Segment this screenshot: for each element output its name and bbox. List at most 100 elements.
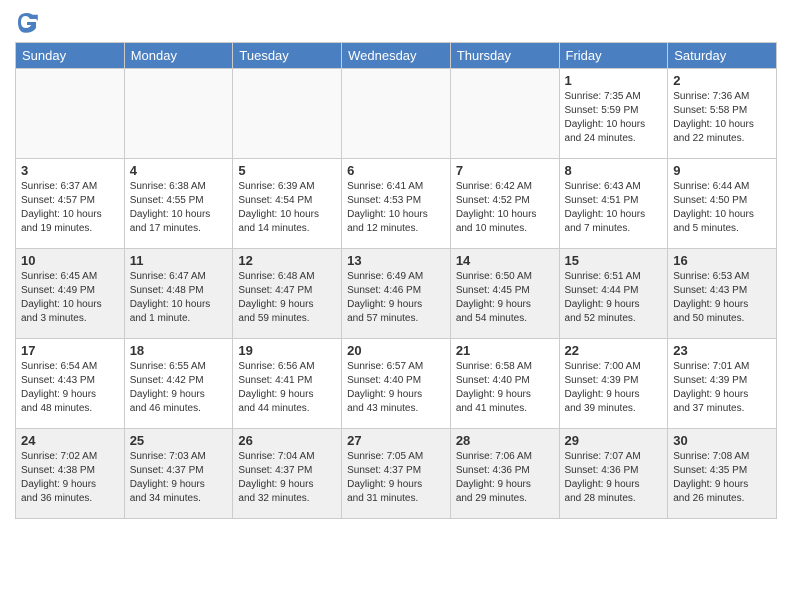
calendar-cell: 3 Sunrise: 6:37 AM Sunset: 4:57 PM Daylig…	[16, 159, 125, 249]
day-number: 24	[21, 433, 119, 448]
calendar-cell: 21Sunrise: 6:58 AM Sunset: 4:40 PM Dayli…	[450, 339, 559, 429]
day-number: 25	[130, 433, 228, 448]
calendar-cell: 14 Sunrise: 6:50 AM Sunset: 4:45 PM Dayli…	[450, 249, 559, 339]
day-number: 3	[21, 163, 119, 178]
day-number: 8	[565, 163, 663, 178]
day-number: 14	[456, 253, 554, 268]
calendar-cell: 16 Sunrise: 6:53 AM Sunset: 4:43 PM Dayli…	[668, 249, 777, 339]
calendar-cell: 22 Sunrise: 7:00 AM Sunset: 4:39 PM Dayli…	[559, 339, 668, 429]
day-info: Sunrise: 6:57 AM Sunset: 4:40 PM Dayligh…	[347, 360, 445, 416]
day-info: Sunrise: 6:37 AM Sunset: 4:57 PM Dayligh…	[21, 180, 119, 236]
day-number: 29	[565, 433, 663, 448]
day-info: Sunrise: 6:54 AM Sunset: 4:43 PM Dayligh…	[21, 360, 119, 416]
calendar-cell	[342, 69, 451, 159]
day-number: 23	[673, 343, 771, 358]
day-info: Sunrise: 7:36 AM Sunset: 5:58 PM Dayligh…	[673, 90, 771, 146]
week-row-0: 1Sunrise: 7:35 AM Sunset: 5:59 PM Daylig…	[16, 69, 777, 159]
page: SundayMondayTuesdayWednesdayThursdayFrid…	[0, 0, 792, 529]
day-info: Sunrise: 7:03 AM Sunset: 4:37 PM Dayligh…	[130, 450, 228, 506]
day-info: Sunrise: 6:39 AM Sunset: 4:54 PM Dayligh…	[238, 180, 336, 236]
calendar-table: SundayMondayTuesdayWednesdayThursdayFrid…	[15, 42, 777, 519]
day-info: Sunrise: 7:01 AM Sunset: 4:39 PM Dayligh…	[673, 360, 771, 416]
week-row-4: 24 Sunrise: 7:02 AM Sunset: 4:38 PM Dayli…	[16, 429, 777, 519]
day-number: 5	[238, 163, 336, 178]
calendar-cell: 10 Sunrise: 6:45 AM Sunset: 4:49 PM Dayli…	[16, 249, 125, 339]
calendar-cell: 1Sunrise: 7:35 AM Sunset: 5:59 PM Daylig…	[559, 69, 668, 159]
week-row-3: 17 Sunrise: 6:54 AM Sunset: 4:43 PM Dayli…	[16, 339, 777, 429]
day-info: Sunrise: 6:58 AM Sunset: 4:40 PM Dayligh…	[456, 360, 554, 416]
day-info: Sunrise: 6:43 AM Sunset: 4:51 PM Dayligh…	[565, 180, 663, 236]
calendar-cell: 12 Sunrise: 6:48 AM Sunset: 4:47 PM Dayli…	[233, 249, 342, 339]
calendar-cell: 29 Sunrise: 7:07 AM Sunset: 4:36 PM Dayli…	[559, 429, 668, 519]
day-info: Sunrise: 6:56 AM Sunset: 4:41 PM Dayligh…	[238, 360, 336, 416]
day-info: Sunrise: 6:49 AM Sunset: 4:46 PM Dayligh…	[347, 270, 445, 326]
calendar-cell: 9Sunrise: 6:44 AM Sunset: 4:50 PM Daylig…	[668, 159, 777, 249]
day-info: Sunrise: 6:41 AM Sunset: 4:53 PM Dayligh…	[347, 180, 445, 236]
day-number: 22	[565, 343, 663, 358]
week-row-1: 3 Sunrise: 6:37 AM Sunset: 4:57 PM Daylig…	[16, 159, 777, 249]
calendar-cell	[450, 69, 559, 159]
calendar-cell: 26 Sunrise: 7:04 AM Sunset: 4:37 PM Dayli…	[233, 429, 342, 519]
calendar-body: 1Sunrise: 7:35 AM Sunset: 5:59 PM Daylig…	[16, 69, 777, 519]
day-info: Sunrise: 6:45 AM Sunset: 4:49 PM Dayligh…	[21, 270, 119, 326]
calendar-cell: 18 Sunrise: 6:55 AM Sunset: 4:42 PM Dayli…	[124, 339, 233, 429]
calendar-cell	[233, 69, 342, 159]
header-row: SundayMondayTuesdayWednesdayThursdayFrid…	[16, 43, 777, 69]
col-header-friday: Friday	[559, 43, 668, 69]
day-info: Sunrise: 7:06 AM Sunset: 4:36 PM Dayligh…	[456, 450, 554, 506]
day-info: Sunrise: 6:42 AM Sunset: 4:52 PM Dayligh…	[456, 180, 554, 236]
day-number: 28	[456, 433, 554, 448]
calendar-cell: 30Sunrise: 7:08 AM Sunset: 4:35 PM Dayli…	[668, 429, 777, 519]
calendar-cell: 8 Sunrise: 6:43 AM Sunset: 4:51 PM Daylig…	[559, 159, 668, 249]
day-info: Sunrise: 6:50 AM Sunset: 4:45 PM Dayligh…	[456, 270, 554, 326]
calendar-cell: 5 Sunrise: 6:39 AM Sunset: 4:54 PM Daylig…	[233, 159, 342, 249]
day-info: Sunrise: 7:04 AM Sunset: 4:37 PM Dayligh…	[238, 450, 336, 506]
calendar-cell: 19 Sunrise: 6:56 AM Sunset: 4:41 PM Dayli…	[233, 339, 342, 429]
day-number: 26	[238, 433, 336, 448]
day-info: Sunrise: 7:00 AM Sunset: 4:39 PM Dayligh…	[565, 360, 663, 416]
day-info: Sunrise: 6:48 AM Sunset: 4:47 PM Dayligh…	[238, 270, 336, 326]
day-number: 27	[347, 433, 445, 448]
day-number: 15	[565, 253, 663, 268]
calendar-cell: 20 Sunrise: 6:57 AM Sunset: 4:40 PM Dayli…	[342, 339, 451, 429]
col-header-wednesday: Wednesday	[342, 43, 451, 69]
calendar-cell: 4 Sunrise: 6:38 AM Sunset: 4:55 PM Daylig…	[124, 159, 233, 249]
col-header-saturday: Saturday	[668, 43, 777, 69]
calendar-cell: 23 Sunrise: 7:01 AM Sunset: 4:39 PM Dayli…	[668, 339, 777, 429]
day-number: 7	[456, 163, 554, 178]
day-number: 6	[347, 163, 445, 178]
calendar-cell: 6 Sunrise: 6:41 AM Sunset: 4:53 PM Daylig…	[342, 159, 451, 249]
day-info: Sunrise: 6:55 AM Sunset: 4:42 PM Dayligh…	[130, 360, 228, 416]
day-number: 16	[673, 253, 771, 268]
calendar-cell: 2Sunrise: 7:36 AM Sunset: 5:58 PM Daylig…	[668, 69, 777, 159]
header	[15, 10, 777, 34]
day-info: Sunrise: 7:05 AM Sunset: 4:37 PM Dayligh…	[347, 450, 445, 506]
day-number: 19	[238, 343, 336, 358]
day-number: 9	[673, 163, 771, 178]
day-info: Sunrise: 6:47 AM Sunset: 4:48 PM Dayligh…	[130, 270, 228, 326]
col-header-sunday: Sunday	[16, 43, 125, 69]
day-info: Sunrise: 7:07 AM Sunset: 4:36 PM Dayligh…	[565, 450, 663, 506]
calendar-cell	[16, 69, 125, 159]
calendar-cell	[124, 69, 233, 159]
day-number: 18	[130, 343, 228, 358]
day-number: 13	[347, 253, 445, 268]
week-row-2: 10 Sunrise: 6:45 AM Sunset: 4:49 PM Dayli…	[16, 249, 777, 339]
calendar-cell: 13 Sunrise: 6:49 AM Sunset: 4:46 PM Dayli…	[342, 249, 451, 339]
col-header-thursday: Thursday	[450, 43, 559, 69]
calendar-cell: 27 Sunrise: 7:05 AM Sunset: 4:37 PM Dayli…	[342, 429, 451, 519]
day-info: Sunrise: 6:53 AM Sunset: 4:43 PM Dayligh…	[673, 270, 771, 326]
calendar-cell: 24 Sunrise: 7:02 AM Sunset: 4:38 PM Dayli…	[16, 429, 125, 519]
day-info: Sunrise: 6:38 AM Sunset: 4:55 PM Dayligh…	[130, 180, 228, 236]
day-info: Sunrise: 6:51 AM Sunset: 4:44 PM Dayligh…	[565, 270, 663, 326]
day-info: Sunrise: 7:02 AM Sunset: 4:38 PM Dayligh…	[21, 450, 119, 506]
day-number: 4	[130, 163, 228, 178]
day-number: 30	[673, 433, 771, 448]
day-number: 10	[21, 253, 119, 268]
day-number: 12	[238, 253, 336, 268]
day-number: 17	[21, 343, 119, 358]
logo	[15, 10, 41, 34]
day-info: Sunrise: 7:35 AM Sunset: 5:59 PM Dayligh…	[565, 90, 663, 146]
calendar-cell: 17 Sunrise: 6:54 AM Sunset: 4:43 PM Dayli…	[16, 339, 125, 429]
day-number: 20	[347, 343, 445, 358]
